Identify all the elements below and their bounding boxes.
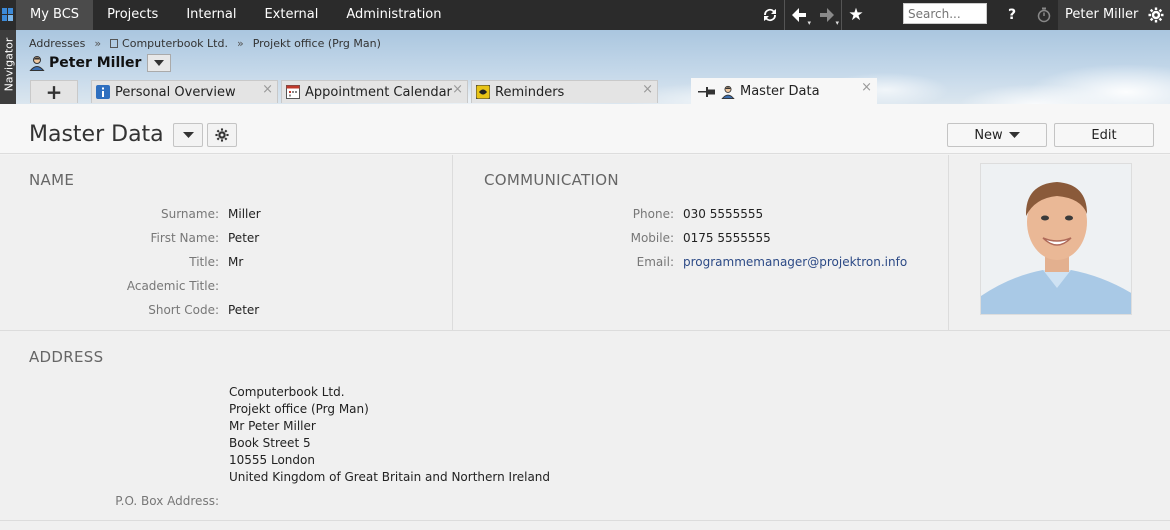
name-section-heading: NAME	[29, 171, 75, 189]
pin-icon[interactable]	[698, 85, 716, 99]
breadcrumb-office[interactable]: Projekt office (Prg Man)	[253, 37, 381, 50]
new-button-label: New	[974, 127, 1003, 143]
tab-label: Reminders	[495, 84, 565, 100]
breadcrumb-company[interactable]: Computerbook Ltd.	[122, 37, 228, 50]
email-label: Email:	[636, 255, 674, 269]
short-code-label: Short Code:	[148, 303, 219, 317]
po-box-label: P.O. Box Address:	[115, 494, 219, 508]
column-divider	[452, 155, 453, 330]
caret-down-icon	[154, 60, 165, 66]
stopwatch-icon[interactable]	[1032, 0, 1056, 30]
breadcrumb-separator: »	[94, 37, 102, 50]
search-input[interactable]	[903, 3, 987, 24]
gear-icon	[215, 128, 229, 142]
tab-personal-overview[interactable]: Personal Overview ×	[91, 80, 278, 103]
tab-reminders[interactable]: Reminders ×	[471, 80, 658, 103]
phone-value: 030 5555555	[683, 207, 764, 221]
address-line: 10555 London	[229, 453, 315, 467]
row-divider	[0, 330, 1170, 331]
title-label: Title:	[189, 255, 219, 269]
info-icon	[96, 85, 110, 99]
menu-administration[interactable]: Administration	[332, 0, 455, 30]
column-divider	[948, 155, 949, 330]
tab-label: Appointment Calendar	[305, 84, 452, 100]
close-tab-icon[interactable]: ×	[861, 80, 872, 95]
person-header: Peter Miller	[29, 54, 172, 72]
academic-title-label: Academic Title:	[126, 279, 219, 293]
surname-value: Miller	[228, 207, 261, 221]
breadcrumb-separator: »	[236, 37, 244, 50]
first-name-value: Peter	[228, 231, 260, 245]
help-button[interactable]: ?	[1000, 0, 1024, 30]
favorites-star-icon[interactable]: ★	[842, 0, 870, 30]
person-name: Peter Miller	[49, 55, 142, 71]
navigator-toggle[interactable]: Navigator	[0, 30, 16, 104]
title-dropdown-button[interactable]	[173, 123, 203, 147]
surname-label: Surname:	[160, 207, 219, 221]
address-line: United Kingdom of Great Britain and Nort…	[229, 470, 551, 484]
row-divider	[0, 520, 1170, 521]
profile-photo	[980, 163, 1132, 315]
person-icon	[29, 56, 45, 71]
email-link[interactable]: programmemanager@projektron.info	[683, 255, 907, 269]
edit-button[interactable]: Edit	[1054, 123, 1154, 147]
user-menu[interactable]: Peter Miller	[1058, 0, 1146, 30]
menu-internal[interactable]: Internal	[172, 0, 250, 30]
settings-button[interactable]	[207, 123, 237, 147]
back-arrow-icon[interactable]: ▾	[785, 0, 813, 30]
toolbar-icons: ▾ ▾ ★	[756, 0, 870, 30]
new-button[interactable]: New	[947, 123, 1047, 147]
phone-label: Phone:	[632, 207, 674, 221]
first-name-label: First Name:	[150, 231, 219, 245]
navigator-label: Navigator	[2, 37, 16, 92]
calendar-icon	[286, 85, 300, 99]
breadcrumb: Addresses » Computerbook Ltd. » Projekt …	[29, 37, 381, 50]
short-code-value: Peter	[228, 303, 260, 317]
address-line: Book Street 5	[229, 436, 311, 450]
bcs-logo-icon	[2, 8, 13, 21]
forward-arrow-icon[interactable]: ▾	[813, 0, 841, 30]
tab-label: Personal Overview	[115, 84, 236, 100]
app-logo[interactable]	[0, 0, 16, 30]
main-menu: My BCS Projects Internal External Admini…	[16, 0, 456, 30]
address-line: Mr Peter Miller	[229, 419, 316, 433]
caret-down-icon	[182, 132, 194, 138]
menu-my-bcs[interactable]: My BCS	[16, 0, 94, 30]
mobile-label: Mobile:	[630, 231, 674, 245]
caret-down-icon	[1008, 132, 1020, 138]
breadcrumb-addresses[interactable]: Addresses	[29, 37, 85, 50]
communication-section-heading: COMMUNICATION	[484, 171, 619, 189]
menu-external[interactable]: External	[250, 0, 332, 30]
title-value: Mr	[228, 255, 244, 269]
page-title: Master Data	[29, 122, 164, 147]
person-icon	[721, 85, 735, 99]
tab-label: Master Data	[740, 84, 820, 99]
tab-master-data[interactable]: Master Data ×	[691, 78, 877, 104]
close-tab-icon[interactable]: ×	[642, 82, 653, 97]
tab-appointment-calendar[interactable]: Appointment Calendar ×	[281, 80, 468, 103]
address-line: Computerbook Ltd.	[229, 385, 345, 399]
close-tab-icon[interactable]: ×	[452, 82, 463, 97]
settings-gear-icon[interactable]	[1142, 0, 1170, 30]
close-tab-icon[interactable]: ×	[262, 82, 273, 97]
refresh-icon[interactable]	[756, 0, 784, 30]
reminder-icon	[476, 85, 490, 99]
building-icon	[110, 39, 119, 48]
mobile-value: 0175 5555555	[683, 231, 771, 245]
address-section-heading: ADDRESS	[29, 348, 104, 366]
add-tab-button[interactable]: +	[30, 80, 78, 104]
person-dropdown-button[interactable]	[147, 54, 172, 72]
menu-projects[interactable]: Projects	[93, 0, 172, 30]
address-line: Projekt office (Prg Man)	[229, 402, 369, 416]
